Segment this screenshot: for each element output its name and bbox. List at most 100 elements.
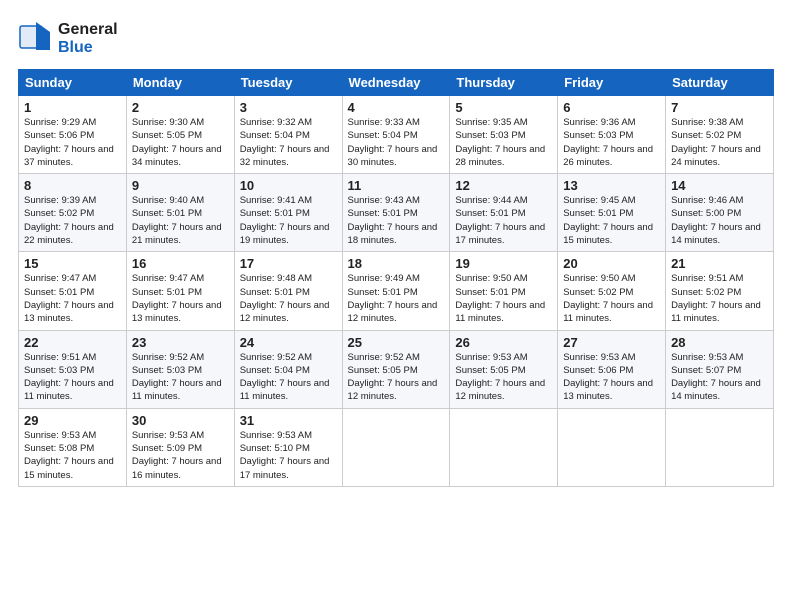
calendar-header-row: Sunday Monday Tuesday Wednesday Thursday…	[19, 70, 774, 96]
cell-info: Sunrise: 9:53 AMSunset: 5:10 PMDaylight:…	[240, 429, 337, 482]
col-friday: Friday	[558, 70, 666, 96]
day-number: 5	[455, 100, 552, 115]
calendar-page: General Blue Sunday Monday Tuesday Wedne…	[0, 0, 792, 612]
col-sunday: Sunday	[19, 70, 127, 96]
calendar-cell: 21Sunrise: 9:51 AMSunset: 5:02 PMDayligh…	[666, 252, 774, 330]
cell-info: Sunrise: 9:50 AMSunset: 5:02 PMDaylight:…	[563, 272, 660, 325]
calendar-cell: 5Sunrise: 9:35 AMSunset: 5:03 PMDaylight…	[450, 96, 558, 174]
logo: General Blue	[18, 18, 118, 59]
day-number: 18	[348, 256, 445, 271]
cell-info: Sunrise: 9:51 AMSunset: 5:03 PMDaylight:…	[24, 351, 121, 404]
calendar-cell: 4Sunrise: 9:33 AMSunset: 5:04 PMDaylight…	[342, 96, 450, 174]
cell-info: Sunrise: 9:49 AMSunset: 5:01 PMDaylight:…	[348, 272, 445, 325]
day-number: 31	[240, 413, 337, 428]
calendar-cell: 11Sunrise: 9:43 AMSunset: 5:01 PMDayligh…	[342, 174, 450, 252]
calendar-cell: 10Sunrise: 9:41 AMSunset: 5:01 PMDayligh…	[234, 174, 342, 252]
cell-info: Sunrise: 9:39 AMSunset: 5:02 PMDaylight:…	[24, 194, 121, 247]
cell-info: Sunrise: 9:32 AMSunset: 5:04 PMDaylight:…	[240, 116, 337, 169]
day-number: 22	[24, 335, 121, 350]
logo-general: General	[58, 21, 118, 39]
cell-info: Sunrise: 9:30 AMSunset: 5:05 PMDaylight:…	[132, 116, 229, 169]
day-number: 27	[563, 335, 660, 350]
cell-info: Sunrise: 9:52 AMSunset: 5:04 PMDaylight:…	[240, 351, 337, 404]
calendar-cell: 6Sunrise: 9:36 AMSunset: 5:03 PMDaylight…	[558, 96, 666, 174]
day-number: 4	[348, 100, 445, 115]
calendar-cell: 15Sunrise: 9:47 AMSunset: 5:01 PMDayligh…	[19, 252, 127, 330]
day-number: 24	[240, 335, 337, 350]
cell-info: Sunrise: 9:36 AMSunset: 5:03 PMDaylight:…	[563, 116, 660, 169]
day-number: 15	[24, 256, 121, 271]
calendar-cell: 20Sunrise: 9:50 AMSunset: 5:02 PMDayligh…	[558, 252, 666, 330]
calendar-cell	[450, 408, 558, 486]
calendar-cell	[666, 408, 774, 486]
day-number: 28	[671, 335, 768, 350]
day-number: 3	[240, 100, 337, 115]
day-number: 2	[132, 100, 229, 115]
calendar-cell: 31Sunrise: 9:53 AMSunset: 5:10 PMDayligh…	[234, 408, 342, 486]
col-thursday: Thursday	[450, 70, 558, 96]
calendar-cell: 27Sunrise: 9:53 AMSunset: 5:06 PMDayligh…	[558, 330, 666, 408]
logo-blue: Blue	[58, 39, 118, 57]
cell-info: Sunrise: 9:53 AMSunset: 5:08 PMDaylight:…	[24, 429, 121, 482]
day-number: 14	[671, 178, 768, 193]
calendar-cell: 3Sunrise: 9:32 AMSunset: 5:04 PMDaylight…	[234, 96, 342, 174]
day-number: 29	[24, 413, 121, 428]
calendar-cell: 26Sunrise: 9:53 AMSunset: 5:05 PMDayligh…	[450, 330, 558, 408]
calendar-cell: 12Sunrise: 9:44 AMSunset: 5:01 PMDayligh…	[450, 174, 558, 252]
calendar-cell: 23Sunrise: 9:52 AMSunset: 5:03 PMDayligh…	[126, 330, 234, 408]
day-number: 13	[563, 178, 660, 193]
cell-info: Sunrise: 9:47 AMSunset: 5:01 PMDaylight:…	[132, 272, 229, 325]
day-number: 6	[563, 100, 660, 115]
calendar-cell	[558, 408, 666, 486]
cell-info: Sunrise: 9:40 AMSunset: 5:01 PMDaylight:…	[132, 194, 229, 247]
calendar-cell: 2Sunrise: 9:30 AMSunset: 5:05 PMDaylight…	[126, 96, 234, 174]
day-number: 12	[455, 178, 552, 193]
calendar-cell	[342, 408, 450, 486]
day-number: 7	[671, 100, 768, 115]
cell-info: Sunrise: 9:45 AMSunset: 5:01 PMDaylight:…	[563, 194, 660, 247]
calendar-cell: 19Sunrise: 9:50 AMSunset: 5:01 PMDayligh…	[450, 252, 558, 330]
cell-info: Sunrise: 9:53 AMSunset: 5:09 PMDaylight:…	[132, 429, 229, 482]
cell-info: Sunrise: 9:47 AMSunset: 5:01 PMDaylight:…	[24, 272, 121, 325]
day-number: 30	[132, 413, 229, 428]
logo-icon	[18, 18, 54, 59]
day-number: 21	[671, 256, 768, 271]
calendar-cell: 13Sunrise: 9:45 AMSunset: 5:01 PMDayligh…	[558, 174, 666, 252]
calendar-cell: 1Sunrise: 9:29 AMSunset: 5:06 PMDaylight…	[19, 96, 127, 174]
cell-info: Sunrise: 9:53 AMSunset: 5:06 PMDaylight:…	[563, 351, 660, 404]
calendar-cell: 18Sunrise: 9:49 AMSunset: 5:01 PMDayligh…	[342, 252, 450, 330]
cell-info: Sunrise: 9:52 AMSunset: 5:03 PMDaylight:…	[132, 351, 229, 404]
calendar-table: Sunday Monday Tuesday Wednesday Thursday…	[18, 69, 774, 487]
cell-info: Sunrise: 9:48 AMSunset: 5:01 PMDaylight:…	[240, 272, 337, 325]
cell-info: Sunrise: 9:53 AMSunset: 5:07 PMDaylight:…	[671, 351, 768, 404]
day-number: 10	[240, 178, 337, 193]
calendar-cell: 25Sunrise: 9:52 AMSunset: 5:05 PMDayligh…	[342, 330, 450, 408]
col-wednesday: Wednesday	[342, 70, 450, 96]
calendar-cell: 30Sunrise: 9:53 AMSunset: 5:09 PMDayligh…	[126, 408, 234, 486]
calendar-cell: 28Sunrise: 9:53 AMSunset: 5:07 PMDayligh…	[666, 330, 774, 408]
cell-info: Sunrise: 9:53 AMSunset: 5:05 PMDaylight:…	[455, 351, 552, 404]
col-monday: Monday	[126, 70, 234, 96]
day-number: 8	[24, 178, 121, 193]
day-number: 26	[455, 335, 552, 350]
calendar-cell: 8Sunrise: 9:39 AMSunset: 5:02 PMDaylight…	[19, 174, 127, 252]
day-number: 17	[240, 256, 337, 271]
day-number: 11	[348, 178, 445, 193]
day-number: 25	[348, 335, 445, 350]
calendar-cell: 29Sunrise: 9:53 AMSunset: 5:08 PMDayligh…	[19, 408, 127, 486]
cell-info: Sunrise: 9:41 AMSunset: 5:01 PMDaylight:…	[240, 194, 337, 247]
day-number: 19	[455, 256, 552, 271]
calendar-cell: 7Sunrise: 9:38 AMSunset: 5:02 PMDaylight…	[666, 96, 774, 174]
day-number: 1	[24, 100, 121, 115]
calendar-cell: 9Sunrise: 9:40 AMSunset: 5:01 PMDaylight…	[126, 174, 234, 252]
cell-info: Sunrise: 9:51 AMSunset: 5:02 PMDaylight:…	[671, 272, 768, 325]
cell-info: Sunrise: 9:44 AMSunset: 5:01 PMDaylight:…	[455, 194, 552, 247]
calendar-cell: 16Sunrise: 9:47 AMSunset: 5:01 PMDayligh…	[126, 252, 234, 330]
col-tuesday: Tuesday	[234, 70, 342, 96]
day-number: 9	[132, 178, 229, 193]
col-saturday: Saturday	[666, 70, 774, 96]
cell-info: Sunrise: 9:52 AMSunset: 5:05 PMDaylight:…	[348, 351, 445, 404]
calendar-cell: 14Sunrise: 9:46 AMSunset: 5:00 PMDayligh…	[666, 174, 774, 252]
cell-info: Sunrise: 9:29 AMSunset: 5:06 PMDaylight:…	[24, 116, 121, 169]
header: General Blue	[18, 18, 774, 59]
